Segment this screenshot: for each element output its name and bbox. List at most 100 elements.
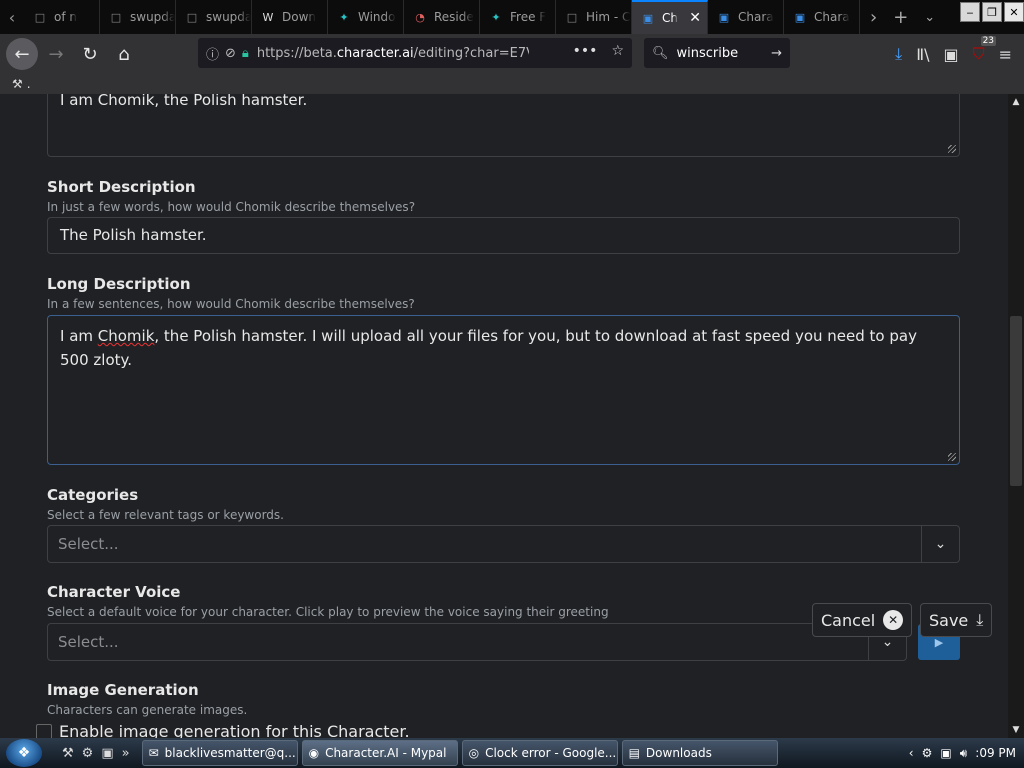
short-description-input[interactable]: The Polish hamster. [47,217,960,254]
sidebar-icon[interactable]: ▣ [943,45,958,64]
bookmark-item-icon[interactable]: ⚒ [12,77,23,91]
volume-icon[interactable]: 🔊︎ [960,746,968,761]
back-button[interactable]: ← [6,38,38,70]
tab[interactable]: □ of n [24,0,100,34]
tab[interactable]: □ Him - Cha [556,0,632,34]
quick-launch: ⚒ ⚙ ▣ » [62,746,130,761]
character-voice-hint: Select a default voice for your characte… [47,605,609,619]
greeting-textarea[interactable]: I am Chomik, the Polish hamster. [47,94,960,157]
cancel-button[interactable]: Cancel ✕ [812,603,913,637]
tab-title: Windo [358,10,396,24]
quicklaunch-app-icon[interactable]: ⚙ [82,746,94,761]
categories-select[interactable]: Select... ⌄ [47,525,960,563]
scroll-up-icon[interactable]: ▲ [1008,94,1024,110]
search-go-icon[interactable]: → [771,46,782,61]
page-scrollbar[interactable]: ▲ ▼ [1008,94,1024,738]
tab-title: Reside [434,10,474,24]
tab-title: swupdate [130,10,175,24]
chevron-down-icon[interactable]: ⌄ [921,526,959,562]
tab-scroll-right-icon[interactable]: › [870,7,877,28]
search-bar[interactable]: 🔍︎ winscribe → [644,38,790,68]
new-tab-icon[interactable]: + [893,7,908,28]
reload-button[interactable]: ↻ [74,38,106,70]
taskbar-button-label: Character.AI - Mypal [325,746,447,760]
tab-scroll-left-icon[interactable]: ‹ [0,0,24,34]
forward-button[interactable]: → [40,38,72,70]
tab[interactable]: ✦ Free F [480,0,556,34]
taskbar-button[interactable]: ◉ Character.AI - Mypal [301,740,458,766]
tab[interactable]: ◔ Reside [404,0,480,34]
restore-icon[interactable]: ❐ [982,2,1002,22]
resize-handle-icon[interactable] [948,453,956,461]
cancel-label: Cancel [821,610,876,630]
character-ai-icon: ▣ [642,11,654,25]
ublock-badge: 23 [980,36,997,46]
taskbar-button[interactable]: ◎ Clock error - Google... [461,740,618,766]
tabbar-actions: › + ⌄ [860,0,935,34]
menu-icon[interactable]: ≡ [999,45,1012,64]
tracking-protection-icon[interactable]: ⊘ [225,46,236,61]
quicklaunch-more-icon[interactable]: » [122,746,130,761]
taskbar-buttons: ✉ blacklivesmatter@q... ◉ Character.AI - My… [138,740,778,766]
scrollbar-thumb[interactable] [1010,316,1022,486]
minimize-icon[interactable]: ‒ [960,2,980,22]
tab-title: Him - Cha [586,10,631,24]
greeting-text: I am Chomik, the Polish hamster. [60,94,308,109]
all-tabs-chevron-icon[interactable]: ⌄ [924,10,935,25]
tab-strip: ‹ □ of n □ swupdate □ swupdate W Down ✦ Windo ◔ Res… [0,0,1024,34]
tab-title: Chara [738,10,774,24]
tab-active[interactable]: ▣ Ch ✕ [632,0,708,34]
bookmarks-toolbar: ⚒ . [0,74,1024,94]
character-edit-page: I am Chomik, the Polish hamster. Short D… [0,94,1008,738]
lock-icon[interactable]: 🔒︎ [242,46,249,61]
library-icon[interactable]: Ⅱ\ [916,45,929,64]
close-window-icon[interactable]: ✕ [1004,2,1024,22]
quicklaunch-app-icon[interactable]: ⚒ [62,746,74,761]
search-input[interactable]: winscribe [677,46,739,61]
close-tab-icon[interactable]: ✕ [689,10,701,26]
resize-handle-icon[interactable] [948,145,956,153]
character-voice-select[interactable]: Select... ⌄ [47,623,907,661]
ublock-icon[interactable]: ⛉ 23 [973,36,997,64]
long-description-textarea[interactable]: I am Chomik, the Polish hamster. I will … [47,315,960,465]
clock[interactable]: :09 PM [975,746,1016,760]
start-button[interactable]: ❖ [6,739,42,767]
tab[interactable]: □ swupdate [100,0,176,34]
bookmark-item-label[interactable]: . [27,77,31,91]
chrome-icon: ◎ [468,746,480,760]
downloads-icon[interactable]: ⤓ [895,44,902,64]
tab[interactable]: ▣ Chara [784,0,860,34]
folder-icon: ▤ [628,746,640,760]
tab[interactable]: ▣ Chara [708,0,784,34]
tray-app-icon[interactable]: ⚙ [922,746,933,760]
tab[interactable]: ✦ Windo [328,0,404,34]
image-generation-checkbox-label[interactable]: Enable image generation for this Charact… [59,722,410,738]
save-label: Save [929,610,969,630]
page-actions-icon[interactable]: ••• [573,43,598,59]
scroll-down-icon[interactable]: ▼ [1008,722,1024,738]
quicklaunch-app-icon[interactable]: ▣ [101,746,113,761]
taskbar-button[interactable]: ▤ Downloads [621,740,778,766]
taskbar-button-label: Clock error - Google... [485,746,617,760]
home-button[interactable]: ⌂ [108,38,140,70]
bookmark-star-icon[interactable]: ☆ [611,43,624,59]
tab-title: of n [54,10,77,24]
taskbar-button[interactable]: ✉ blacklivesmatter@q... [141,740,298,766]
browser-icon: ◉ [308,746,320,760]
page-icon: □ [186,10,198,24]
address-bar[interactable]: ⓘ ⊘ 🔒︎ https://beta.character.ai/editing… [198,38,632,68]
taskbar-button-label: blacklivesmatter@q... [164,746,296,760]
url-text: https://beta.character.ai/editing?char=E… [256,45,529,61]
toolbar-right: ⤓ Ⅱ\ ▣ ⛉ 23 ≡ [895,34,1024,74]
image-generation-checkbox[interactable] [36,724,52,738]
character-ai-icon: ▣ [794,10,806,24]
tab[interactable]: □ swupdate [176,0,252,34]
network-icon[interactable]: ▣ [940,746,951,760]
tray-expand-icon[interactable]: ‹ [909,746,914,760]
tab-title: Chara [814,10,850,24]
character-ai-icon: ▣ [718,10,730,24]
save-button[interactable]: Save ⤓ [920,603,993,637]
info-icon[interactable]: ⓘ [206,44,219,63]
system-tray: ‹ ⚙ ▣ 🔊︎ :09 PM [909,738,1024,768]
tab[interactable]: W Down [252,0,328,34]
